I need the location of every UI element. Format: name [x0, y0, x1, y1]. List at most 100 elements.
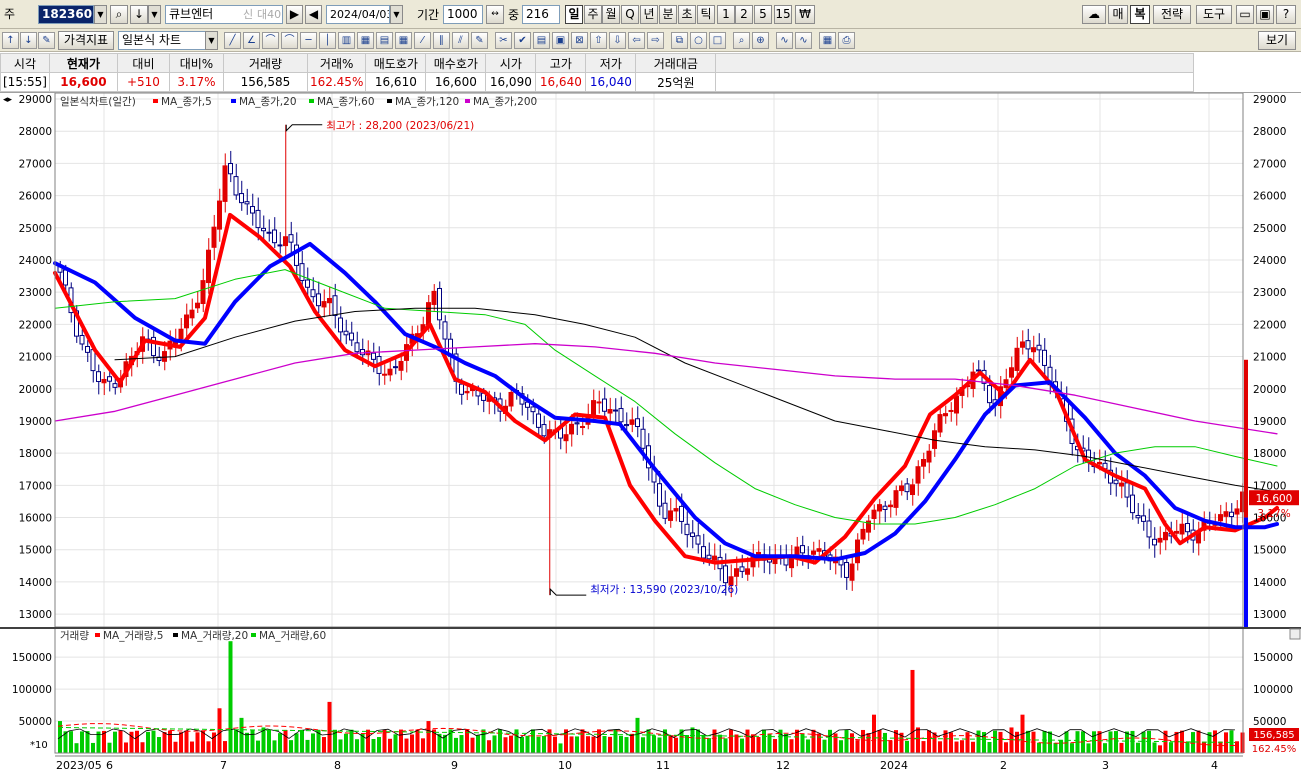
line-icon[interactable]: ╱ — [224, 32, 241, 49]
move-down-icon[interactable]: ↓ — [20, 32, 37, 49]
sort-icon[interactable]: ↓ — [130, 5, 148, 24]
candle-body — [921, 459, 926, 467]
volume-bar — [267, 730, 271, 753]
up-arrow-icon[interactable]: ⇧ — [590, 32, 607, 49]
zoom-reset-icon[interactable]: ⊕ — [752, 32, 769, 49]
candle-body — [1174, 530, 1179, 534]
vertical-line-icon[interactable]: │ — [319, 32, 336, 49]
print-icon[interactable]: ⎙ — [838, 32, 855, 49]
move-up-icon[interactable]: ↑ — [2, 32, 19, 49]
volume-bar — [135, 730, 139, 753]
period-button-6[interactable]: 초 — [678, 5, 696, 24]
grid-c-icon[interactable]: ▤ — [376, 32, 393, 49]
arc-icon[interactable]: ⌒ — [281, 32, 298, 49]
volume-bar — [1114, 731, 1118, 753]
period-button-11[interactable]: 15 — [774, 5, 792, 24]
price-tick-left: 24000 — [19, 255, 52, 267]
price-tick-left: 20000 — [19, 384, 52, 396]
price-indicator-menu[interactable]: 가격지표 — [58, 31, 114, 50]
search-icon[interactable]: ⌕ — [110, 5, 128, 24]
save-icon[interactable]: ▣ — [1256, 5, 1274, 24]
single-button[interactable]: 매 — [1108, 5, 1128, 24]
volume-bar — [839, 740, 843, 753]
price-tick-right: 14000 — [1253, 577, 1286, 589]
rectangle-icon[interactable]: □ — [709, 32, 726, 49]
candle-body — [926, 450, 932, 463]
date-dropdown[interactable]: ▼ — [390, 5, 403, 24]
date-input[interactable]: 2024/04/03 — [326, 5, 390, 24]
copy-icon[interactable]: ⧉ — [671, 32, 688, 49]
period-button-10[interactable]: 5 — [754, 5, 772, 24]
volume-bar — [712, 729, 717, 753]
strategy-button[interactable]: 전략 — [1153, 5, 1191, 24]
period-input[interactable]: 1000 — [443, 5, 483, 24]
close-panel-icon[interactable] — [1289, 628, 1301, 640]
tools-button[interactable]: 도구 — [1196, 5, 1232, 24]
note-icon[interactable]: ▤ — [533, 32, 550, 49]
wave-a-icon[interactable]: ∿ — [776, 32, 793, 49]
current-volume-label: 156,585 — [1253, 730, 1294, 741]
period-button-2[interactable]: 월 — [602, 5, 620, 24]
parallel-icon[interactable]: ∥ — [433, 32, 450, 49]
chart-type-dropdown[interactable]: ▼ — [205, 31, 218, 50]
range-icon[interactable]: ↔ — [486, 5, 504, 24]
multi-button[interactable]: 복 — [1130, 5, 1150, 24]
angle-line-icon[interactable]: ∠ — [243, 32, 260, 49]
period-button-5[interactable]: 분 — [659, 5, 677, 24]
period-button-8[interactable]: 1 — [717, 5, 735, 24]
zoom-icon[interactable]: ⌕ — [733, 32, 750, 49]
text-icon[interactable]: ▣ — [552, 32, 569, 49]
grid-d-icon[interactable]: ▦ — [395, 32, 412, 49]
circle-icon[interactable]: ○ — [690, 32, 707, 49]
period-button-3[interactable]: Q — [621, 5, 639, 24]
stock-code-input[interactable]: 182360 — [38, 5, 94, 24]
view-button[interactable]: 보기 — [1258, 31, 1296, 50]
help-icon[interactable]: ? — [1276, 5, 1296, 24]
edit-icon[interactable]: ✎ — [38, 32, 55, 49]
candle-body — [569, 423, 574, 435]
volume-tick-left: 150000 — [12, 652, 52, 664]
period-button-7[interactable]: 틱 — [697, 5, 715, 24]
period-button-4[interactable]: 년 — [640, 5, 658, 24]
period-button-0[interactable]: 일 — [565, 5, 583, 24]
erase-icon[interactable]: ✂ — [495, 32, 512, 49]
quote-value-3: 3.17% — [168, 72, 224, 92]
candle-body — [712, 555, 717, 561]
trend-icon[interactable]: ⁄ — [414, 32, 431, 49]
volume-bar — [151, 730, 156, 753]
price-tick-left: 22000 — [19, 319, 52, 331]
grid-a-icon[interactable]: ▥ — [338, 32, 355, 49]
next-stock-button[interactable]: ▶ — [286, 5, 303, 24]
count-input[interactable]: 216 — [522, 5, 560, 24]
scroll-left-right-icon[interactable]: ◂▸ — [3, 95, 13, 105]
stock-code-dropdown[interactable]: ▼ — [94, 5, 107, 24]
grid-b-icon[interactable]: ▦ — [357, 32, 374, 49]
right-arrow-icon[interactable]: ⇨ — [647, 32, 664, 49]
horizontal-line-icon[interactable]: ─ — [300, 32, 317, 49]
pencil-icon[interactable]: ✎ — [471, 32, 488, 49]
box-icon[interactable]: ⊠ — [571, 32, 588, 49]
period-button-1[interactable]: 주 — [584, 5, 602, 24]
period-button-12[interactable]: ₩ — [795, 5, 815, 24]
volume-bar — [1235, 741, 1239, 753]
open-folder-icon[interactable]: ▭ — [1236, 5, 1254, 24]
left-arrow-icon[interactable]: ⇦ — [628, 32, 645, 49]
chart-area[interactable]: 29000 29000 28000 28000 27000 27000 26000 26000… — [0, 93, 1301, 779]
candle-body — [855, 539, 860, 564]
fan-icon[interactable]: ⌒ — [262, 32, 279, 49]
down-arrow-icon[interactable]: ⇩ — [609, 32, 626, 49]
period-button-9[interactable]: 2 — [735, 5, 753, 24]
calc-icon[interactable]: ▦ — [819, 32, 836, 49]
prev-stock-button[interactable]: ◀ — [305, 5, 322, 24]
volume-bar — [250, 730, 255, 753]
wave-b-icon[interactable]: ∿ — [795, 32, 812, 49]
chart-type-select[interactable]: 일본식 차트 — [118, 31, 206, 50]
volume-bar — [668, 735, 673, 753]
channel-icon[interactable]: ⫽ — [452, 32, 469, 49]
candle-body — [745, 568, 750, 575]
marker-icon[interactable]: ✔ — [514, 32, 531, 49]
sort-dropdown[interactable]: ▼ — [148, 5, 161, 24]
candle-body — [244, 201, 250, 205]
volume-bar — [602, 736, 607, 753]
cloud-icon[interactable]: ☁ — [1082, 5, 1106, 24]
